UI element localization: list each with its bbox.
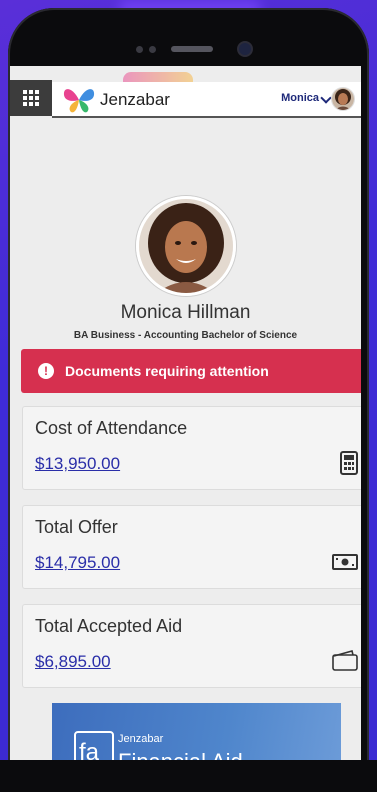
student-name: Monica Hillman (120, 302, 251, 323)
card-title: Cost of Attendance (35, 418, 188, 438)
cost-of-attendance-card: Cost of Attendance $13,950.00 (22, 406, 361, 490)
phone-notch (8, 36, 369, 66)
profile-photo (135, 196, 236, 296)
total-accepted-aid-link[interactable]: $6,895.00 (35, 652, 111, 672)
app-screen: Jenzabar Monica Monica Hillman BA Busine… (10, 66, 361, 760)
phone-bottom-bezel (0, 760, 377, 792)
calculator-icon (340, 451, 358, 475)
card-title: Total Accepted Aid (35, 616, 183, 636)
grid-icon (23, 90, 39, 106)
top-bar: Jenzabar Monica (10, 66, 361, 118)
brand-name: Jenzabar (100, 90, 170, 109)
chevron-down-icon[interactable] (320, 92, 332, 104)
cash-icon (332, 554, 358, 570)
degree-program: BA Business - Accounting Bachelor of Sci… (73, 330, 298, 341)
butterfly-logo-icon[interactable] (62, 84, 96, 114)
alert-text: Documents requiring attention (65, 363, 269, 379)
app-header: Jenzabar Monica (52, 82, 361, 118)
total-offer-card: Total Offer $14,795.00 (22, 505, 361, 589)
card-title: Total Offer (35, 517, 118, 537)
financial-aid-icon: fa (79, 739, 100, 760)
financial-aid-banner[interactable]: fa Jenzabar Financial Aid (52, 703, 341, 760)
sensor-dot (149, 46, 156, 53)
app-menu-button[interactable] (10, 80, 52, 116)
profile-section: Monica Hillman BA Business - Accounting … (10, 196, 361, 341)
cost-of-attendance-link[interactable]: $13,950.00 (35, 454, 120, 474)
wallet-icon (332, 650, 358, 671)
user-menu-name[interactable]: Monica (281, 92, 319, 104)
total-accepted-aid-card: Total Accepted Aid $6,895.00 (22, 604, 361, 688)
documents-alert[interactable]: ! Documents requiring attention (21, 349, 361, 393)
user-avatar[interactable] (331, 87, 355, 111)
speaker-grille (171, 46, 213, 52)
promo-brand: Jenzabar (118, 733, 164, 745)
total-offer-link[interactable]: $14,795.00 (35, 553, 120, 573)
front-camera (239, 43, 251, 55)
exclamation-icon: ! (38, 363, 54, 379)
sensor-dot (136, 46, 143, 53)
promo-title: Financial Aid (118, 749, 243, 760)
